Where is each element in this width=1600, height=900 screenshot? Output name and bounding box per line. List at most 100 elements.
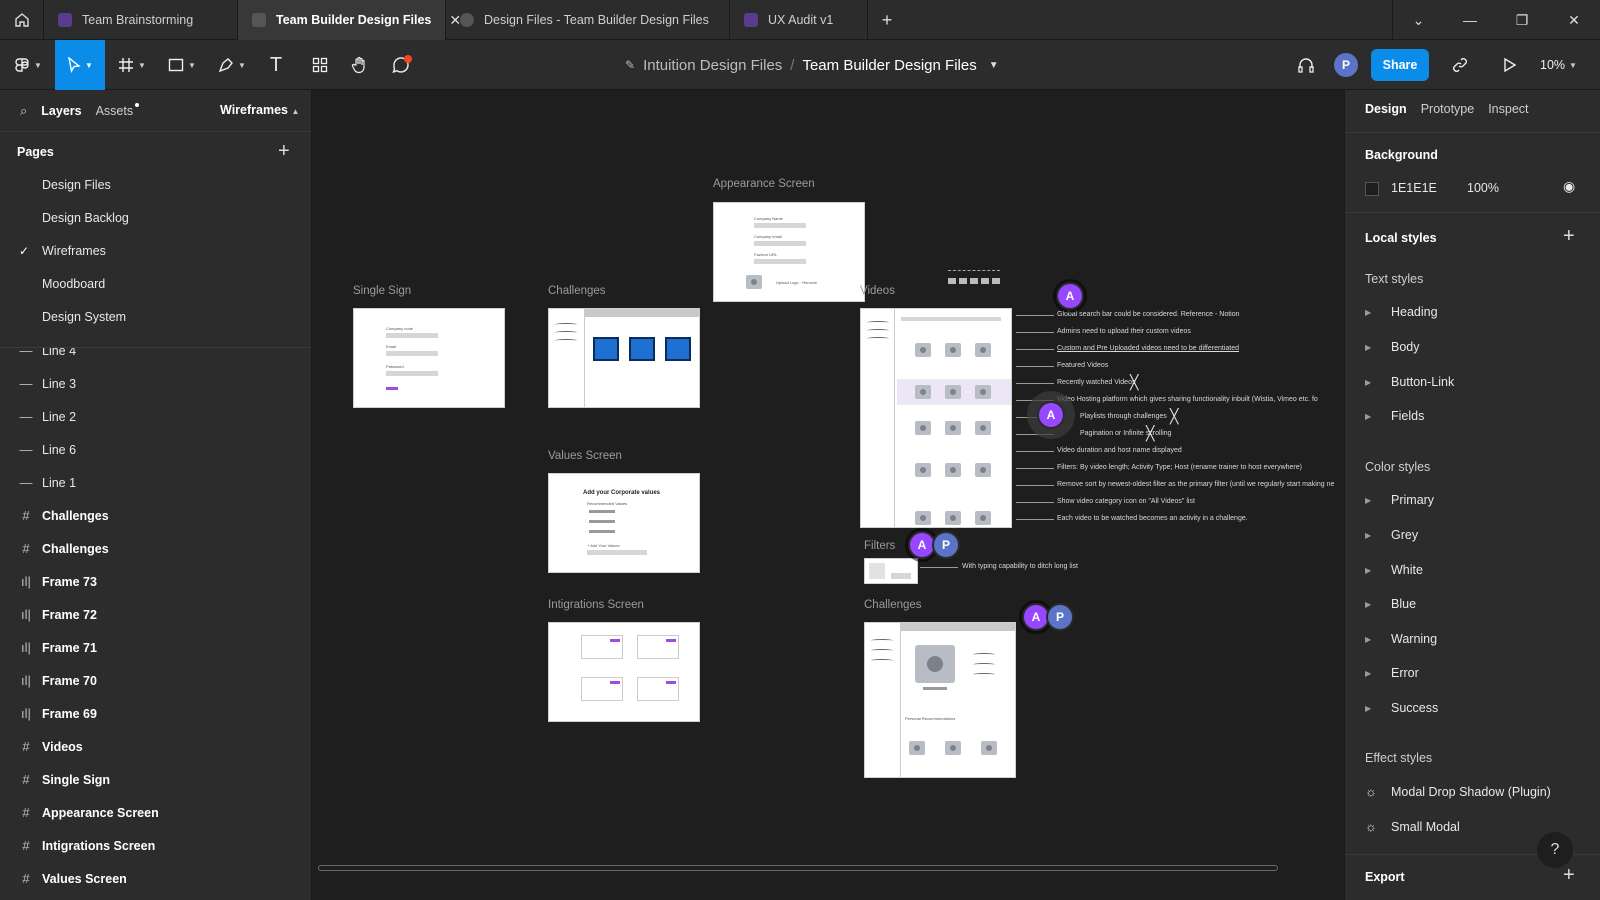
tab-ux-audit[interactable]: UX Audit v1: [730, 0, 868, 40]
frame-label-values[interactable]: Values Screen: [548, 450, 622, 462]
wire-text: Upload Logo · Remove: [776, 280, 818, 285]
layer-row[interactable]: ıl| Frame 73: [0, 565, 311, 598]
style-item[interactable]: ▶ Grey: [1365, 528, 1418, 542]
layer-row[interactable]: # Challenges: [0, 499, 311, 532]
file-name[interactable]: Team Builder Design Files: [802, 57, 976, 74]
tab-prototype[interactable]: Prototype: [1421, 102, 1475, 116]
layer-row[interactable]: # Videos: [0, 730, 311, 763]
page-item[interactable]: Design System: [0, 300, 311, 333]
chevron-down-icon[interactable]: ⌄: [1392, 0, 1444, 40]
style-item[interactable]: ☼ Modal Drop Shadow (Plugin): [1365, 784, 1551, 799]
horizontal-scrollbar[interactable]: [318, 865, 1278, 871]
layer-row[interactable]: — Line 1: [0, 466, 311, 499]
style-item[interactable]: ▶ Fields: [1365, 409, 1424, 423]
canvas[interactable]: Appearance Screen Company Name Company e…: [312, 90, 1344, 900]
style-item[interactable]: ▶ Warning: [1365, 632, 1437, 646]
tab-design[interactable]: Design: [1365, 102, 1407, 116]
style-item[interactable]: ▶ Success: [1365, 701, 1438, 715]
zoom-control[interactable]: 10% ▼: [1540, 40, 1577, 90]
frame-challenges-detail[interactable]: Personal Recommendations: [864, 622, 1016, 778]
add-page-button[interactable]: +: [278, 140, 290, 163]
present-play-icon[interactable]: [1492, 40, 1528, 90]
frame-videos[interactable]: [860, 308, 1012, 528]
eye-visibility-icon[interactable]: ◉: [1563, 178, 1575, 195]
hash-frame-icon: [119, 58, 134, 72]
frame-values-screen[interactable]: Add your Corporate values Recommended Va…: [548, 473, 700, 573]
tab-team-builder-design-files[interactable]: Team Builder Design Files ✕: [238, 0, 461, 40]
figjam-icon: [744, 13, 758, 27]
layer-row[interactable]: — Line 6: [0, 433, 311, 466]
frame-label-integrations[interactable]: Intigrations Screen: [548, 599, 644, 611]
layer-row[interactable]: # Single Sign: [0, 763, 311, 796]
shape-tool[interactable]: ▼: [160, 40, 204, 90]
breadcrumb-project[interactable]: Intuition Design Files: [643, 57, 782, 74]
frame-challenges[interactable]: [548, 308, 700, 408]
window-close-icon[interactable]: ✕: [1548, 0, 1600, 40]
search-icon[interactable]: ⌕: [20, 103, 27, 119]
page-item[interactable]: Moodboard: [0, 267, 311, 300]
frame-single-sign[interactable]: Company code Email Password: [353, 308, 505, 408]
page-item-current[interactable]: ✓ Wireframes: [0, 234, 311, 267]
style-item[interactable]: ▶ Body: [1365, 340, 1420, 354]
move-tool[interactable]: ▼: [55, 40, 105, 90]
frame-integrations-screen[interactable]: [548, 622, 700, 722]
layer-row[interactable]: — Line 4: [0, 348, 311, 367]
avatar[interactable]: P: [1330, 40, 1362, 90]
background-hex[interactable]: 1E1E1E: [1391, 181, 1437, 195]
layer-row[interactable]: ıl| Frame 70: [0, 664, 311, 697]
frame-label-challenges-2[interactable]: Challenges: [864, 599, 922, 611]
new-tab-button[interactable]: +: [872, 0, 902, 40]
frame-label-filters[interactable]: Filters: [864, 540, 895, 552]
background-color-swatch[interactable]: [1365, 182, 1379, 196]
style-item[interactable]: ▶ Heading: [1365, 305, 1438, 319]
frame-label-appearance[interactable]: Appearance Screen: [713, 178, 815, 190]
comment-tool[interactable]: [382, 40, 422, 90]
frame-tool[interactable]: ▼: [110, 40, 154, 90]
style-item[interactable]: ▶ Blue: [1365, 597, 1416, 611]
background-opacity[interactable]: 100%: [1467, 181, 1499, 195]
wire-text: Company code: [386, 326, 413, 331]
layer-row[interactable]: ıl| Frame 72: [0, 598, 311, 631]
text-tool[interactable]: T: [258, 40, 294, 90]
tab-design-files[interactable]: Design Files - Team Builder Design Files: [446, 0, 730, 40]
tab-team-brainstorming[interactable]: Team Brainstorming: [44, 0, 238, 40]
layer-row[interactable]: # Values Screen: [0, 862, 311, 895]
frame-label-videos[interactable]: Videos: [860, 285, 895, 297]
audio-headphones-icon[interactable]: [1290, 40, 1322, 90]
style-item[interactable]: ▶ Primary: [1365, 493, 1434, 507]
link-icon[interactable]: [1442, 40, 1478, 90]
frame-label-challenges[interactable]: Challenges: [548, 285, 606, 297]
page-item[interactable]: Design Backlog: [0, 201, 311, 234]
layer-row[interactable]: — Line 2: [0, 400, 311, 433]
frame-appearance-screen[interactable]: Company Name Company email Favicon URL U…: [713, 202, 865, 302]
main-menu-button[interactable]: ▼: [6, 40, 50, 90]
pen-tool[interactable]: ▼: [210, 40, 254, 90]
style-item[interactable]: ☼ Small Modal: [1365, 819, 1460, 834]
frame-filters[interactable]: [864, 558, 918, 584]
tab-inspect[interactable]: Inspect: [1488, 102, 1528, 116]
chevron-down-icon[interactable]: ▼: [989, 60, 999, 71]
tab-assets[interactable]: Assets: [96, 102, 140, 118]
home-icon[interactable]: [0, 0, 44, 40]
layer-row[interactable]: — Line 3: [0, 367, 311, 400]
resources-tool[interactable]: [300, 40, 340, 90]
page-selector[interactable]: Wireframes ▲: [220, 103, 299, 117]
share-button[interactable]: Share: [1371, 49, 1429, 81]
minimize-icon[interactable]: —: [1444, 0, 1496, 40]
style-item[interactable]: ▶ Button-Link: [1365, 375, 1454, 389]
help-button[interactable]: ?: [1537, 832, 1573, 868]
layer-row[interactable]: # Intigrations Screen: [0, 829, 311, 862]
tab-layers[interactable]: Layers: [41, 104, 81, 118]
add-export-button[interactable]: +: [1563, 864, 1575, 887]
hand-tool[interactable]: [340, 40, 380, 90]
layer-row[interactable]: ıl| Frame 71: [0, 631, 311, 664]
restore-icon[interactable]: ❐: [1496, 0, 1548, 40]
layer-row[interactable]: ıl| Frame 69: [0, 697, 311, 730]
add-style-button[interactable]: +: [1563, 225, 1575, 248]
layer-row[interactable]: # Challenges: [0, 532, 311, 565]
frame-label-single-sign[interactable]: Single Sign: [353, 285, 411, 297]
layer-row[interactable]: # Appearance Screen: [0, 796, 311, 829]
style-item[interactable]: ▶ White: [1365, 563, 1423, 577]
page-item[interactable]: Design Files: [0, 168, 311, 201]
style-item[interactable]: ▶ Error: [1365, 666, 1419, 680]
